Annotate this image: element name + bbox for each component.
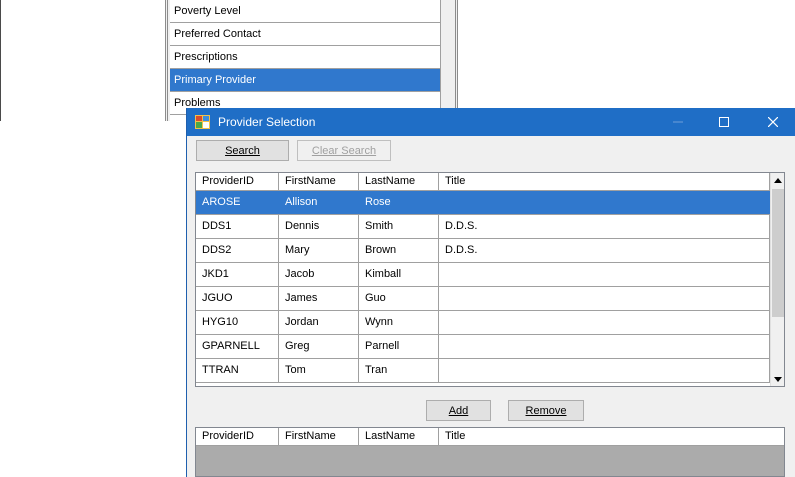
add-button-label: Add [448, 405, 469, 417]
title-bar[interactable]: Provider Selection [187, 108, 795, 136]
column-header-title[interactable]: Title [439, 173, 770, 190]
scroll-down-button[interactable] [771, 372, 784, 386]
list-item-selected[interactable]: Primary Provider [170, 69, 440, 92]
cell-firstname: Jordan [279, 311, 359, 334]
list-item[interactable]: Poverty Level [170, 0, 440, 23]
search-button-label: Search [225, 145, 260, 157]
background-list-items: Poverty Level Preferred Contact Prescrip… [170, 0, 441, 121]
table-row-selected[interactable]: AROSE Allison Rose [196, 191, 770, 215]
left-border-line [0, 0, 1, 121]
cell-providerid: DDS1 [196, 215, 279, 238]
cell-title [439, 335, 770, 358]
background-list: Poverty Level Preferred Contact Prescrip… [165, 0, 458, 121]
remove-button-label: Remove [525, 405, 567, 417]
triangle-up-icon [774, 177, 782, 183]
remove-button[interactable]: Remove [508, 400, 584, 421]
dialog-title: Provider Selection [218, 115, 316, 129]
table-row[interactable]: DDS2 Mary Brown D.D.S. [196, 239, 770, 263]
scrollbar-thumb[interactable] [772, 189, 784, 317]
cell-title [439, 287, 770, 310]
clear-search-button-label: Clear Search [311, 145, 377, 157]
cell-lastname: Wynn [359, 311, 439, 334]
provider-grid[interactable]: ProviderID FirstName LastName Title AROS… [195, 172, 785, 387]
table-row[interactable]: GPARNELL Greg Parnell [196, 335, 770, 359]
triangle-down-icon [774, 376, 782, 382]
cell-providerid: DDS2 [196, 239, 279, 262]
column-header-title[interactable]: Title [439, 428, 784, 445]
grid-header: ProviderID FirstName LastName Title [196, 173, 770, 191]
table-row[interactable]: HYG10 Jordan Wynn [196, 311, 770, 335]
cell-lastname: Guo [359, 287, 439, 310]
cell-firstname: Dennis [279, 215, 359, 238]
table-row[interactable]: JKD1 Jacob Kimball [196, 263, 770, 287]
cell-lastname: Smith [359, 215, 439, 238]
cell-firstname: Jacob [279, 263, 359, 286]
provider-selection-dialog: Provider Selection Search Clear Search P… [186, 108, 795, 477]
add-button[interactable]: Add [426, 400, 491, 421]
table-row[interactable]: JGUO James Guo [196, 287, 770, 311]
cell-title: D.D.S. [439, 215, 770, 238]
table-row[interactable]: DDS1 Dennis Smith D.D.S. [196, 215, 770, 239]
minimize-icon [673, 121, 683, 123]
cell-title [439, 311, 770, 334]
grid-rows: AROSE Allison Rose DDS1 Dennis Smith D.D… [196, 191, 770, 383]
column-header-lastname[interactable]: LastName [359, 428, 439, 445]
cell-lastname: Kimball [359, 263, 439, 286]
cell-title [439, 263, 770, 286]
cell-firstname: Tom [279, 359, 359, 382]
list-item[interactable]: Preferred Contact [170, 23, 440, 46]
maximize-icon [719, 117, 729, 127]
cell-title [439, 191, 770, 214]
column-header-providerid[interactable]: ProviderID [196, 173, 279, 190]
list-item[interactable]: Prescriptions [170, 46, 440, 69]
cell-firstname: Allison [279, 191, 359, 214]
cell-providerid: JGUO [196, 287, 279, 310]
cell-providerid: HYG10 [196, 311, 279, 334]
column-header-providerid[interactable]: ProviderID [196, 428, 279, 445]
cell-firstname: Mary [279, 239, 359, 262]
cell-providerid: JKD1 [196, 263, 279, 286]
cell-lastname: Tran [359, 359, 439, 382]
minimize-button[interactable] [655, 108, 701, 136]
selected-providers-grid[interactable]: ProviderID FirstName LastName Title [195, 427, 785, 477]
cell-lastname: Brown [359, 239, 439, 262]
cell-providerid: AROSE [196, 191, 279, 214]
scroll-up-button[interactable] [771, 173, 784, 187]
selected-grid-header: ProviderID FirstName LastName Title [196, 428, 784, 446]
cell-title: D.D.S. [439, 239, 770, 262]
app-icon [195, 115, 210, 129]
column-header-firstname[interactable]: FirstName [279, 173, 359, 190]
search-button[interactable]: Search [196, 140, 289, 161]
maximize-button[interactable] [701, 108, 747, 136]
close-icon [768, 117, 778, 127]
cell-lastname: Parnell [359, 335, 439, 358]
column-header-firstname[interactable]: FirstName [279, 428, 359, 445]
cell-firstname: Greg [279, 335, 359, 358]
cell-providerid: TTRAN [196, 359, 279, 382]
close-button[interactable] [750, 108, 795, 136]
cell-providerid: GPARNELL [196, 335, 279, 358]
cell-firstname: James [279, 287, 359, 310]
column-header-lastname[interactable]: LastName [359, 173, 439, 190]
clear-search-button[interactable]: Clear Search [297, 140, 391, 161]
cell-title [439, 359, 770, 382]
vertical-scrollbar[interactable] [770, 173, 784, 386]
table-row[interactable]: TTRAN Tom Tran [196, 359, 770, 383]
cell-lastname: Rose [359, 191, 439, 214]
